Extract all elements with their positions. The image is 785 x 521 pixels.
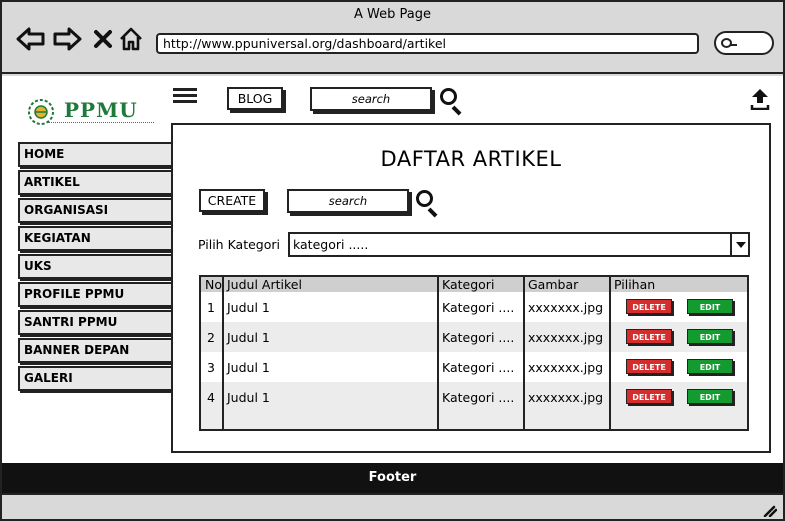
sidebar-item-profile-ppmu[interactable]: PROFILE PPMU <box>18 282 171 307</box>
category-select-value: kategori ..... <box>293 237 369 252</box>
row-kategori: Kategori .... <box>442 299 515 315</box>
column-divider <box>609 277 611 429</box>
edit-button[interactable]: EDIT <box>687 329 733 344</box>
table-row: 4 Judul 1 Kategori .... xxxxxxx.jpg DELE… <box>201 382 747 412</box>
header-no: No <box>205 277 222 292</box>
row-judul: Judul 1 <box>227 329 270 345</box>
sidebar-nav: HOME ARTIKEL ORGANISASI KEGIATAN UKS PRO… <box>18 142 171 394</box>
browser-window: A Web Page http://www.ppuniversal.org/da… <box>0 0 785 521</box>
column-divider <box>437 277 439 429</box>
window-title: A Web Page <box>354 7 431 22</box>
top-search-icon[interactable] <box>440 88 464 116</box>
row-judul: Judul 1 <box>227 359 270 375</box>
table-row: 1 Judul 1 Kategori .... xxxxxxx.jpg DELE… <box>201 292 747 322</box>
row-gambar: xxxxxxx.jpg <box>528 329 604 345</box>
sidebar-item-home[interactable]: HOME <box>18 142 171 167</box>
upload-icon[interactable] <box>750 88 770 111</box>
blog-button[interactable]: BLOG <box>227 87 283 110</box>
article-search-icon[interactable] <box>416 190 440 218</box>
column-divider <box>222 277 224 429</box>
row-gambar: xxxxxxx.jpg <box>528 359 604 375</box>
row-no: 1 <box>207 299 215 315</box>
search-icon <box>721 38 732 48</box>
header-judul: Judul Artikel <box>227 277 302 292</box>
back-arrow-icon[interactable] <box>16 24 46 54</box>
delete-button[interactable]: DELETE <box>626 299 672 314</box>
row-kategori: Kategori .... <box>442 359 515 375</box>
logo-tagline <box>48 122 154 125</box>
category-label: Pilih Kategori <box>198 237 281 252</box>
sidebar-item-santri-ppmu[interactable]: SANTRI PPMU <box>18 310 171 335</box>
edit-button[interactable]: EDIT <box>687 389 733 404</box>
sidebar-item-uks[interactable]: UKS <box>18 254 171 279</box>
page-title: DAFTAR ARTIKEL <box>380 147 562 171</box>
row-kategori: Kategori .... <box>442 389 515 405</box>
forward-arrow-icon[interactable] <box>52 24 82 54</box>
header-gambar: Gambar <box>528 277 579 292</box>
chevron-down-icon[interactable] <box>730 234 748 255</box>
url-bar[interactable]: http://www.ppuniversal.org/dashboard/art… <box>156 33 699 54</box>
sidebar-item-organisasi[interactable]: ORGANISASI <box>18 198 171 223</box>
row-no: 2 <box>207 329 215 345</box>
edit-button[interactable]: EDIT <box>687 359 733 374</box>
delete-button[interactable]: DELETE <box>626 389 672 404</box>
row-gambar: xxxxxxx.jpg <box>528 389 604 405</box>
row-judul: Judul 1 <box>227 389 270 405</box>
browser-statusbar <box>2 493 783 519</box>
create-button[interactable]: CREATE <box>199 189 265 212</box>
row-no: 3 <box>207 359 215 375</box>
sidebar-item-kegiatan[interactable]: KEGIATAN <box>18 226 171 251</box>
browser-search-button[interactable] <box>714 31 774 55</box>
article-table: No Judul Artikel Kategori Gambar Pilihan… <box>199 275 749 431</box>
category-select[interactable]: kategori ..... <box>288 232 750 257</box>
logo-text: PPMU <box>64 98 138 122</box>
delete-button[interactable]: DELETE <box>626 329 672 344</box>
browser-titlebar: A Web Page http://www.ppuniversal.org/da… <box>2 2 783 74</box>
header-pilihan: Pilihan <box>614 277 656 292</box>
page-footer: Footer <box>2 463 783 493</box>
header-kategori: Kategori <box>442 277 495 292</box>
table-row: 3 Judul 1 Kategori .... xxxxxxx.jpg DELE… <box>201 352 747 382</box>
column-divider <box>523 277 525 429</box>
table-header: No Judul Artikel Kategori Gambar Pilihan <box>201 277 747 292</box>
table-row: 2 Judul 1 Kategori .... xxxxxxx.jpg DELE… <box>201 322 747 352</box>
top-search-input[interactable]: search <box>310 87 432 111</box>
sidebar-item-banner-depan[interactable]: BANNER DEPAN <box>18 338 171 363</box>
row-judul: Judul 1 <box>227 299 270 315</box>
row-gambar: xxxxxxx.jpg <box>528 299 604 315</box>
content-panel: DAFTAR ARTIKEL CREATE search Pilih Kateg… <box>171 123 771 453</box>
page-body: PPMU BLOG search HOME ARTIKEL ORGANISASI… <box>2 76 783 463</box>
ppmu-logo[interactable]: PPMU <box>22 98 154 128</box>
sidebar-item-galeri[interactable]: GALERI <box>18 366 171 391</box>
row-no: 4 <box>207 389 215 405</box>
hamburger-menu-icon[interactable] <box>173 88 197 108</box>
resize-grip-icon[interactable] <box>761 502 778 518</box>
row-kategori: Kategori .... <box>442 329 515 345</box>
delete-button[interactable]: DELETE <box>626 359 672 374</box>
edit-button[interactable]: EDIT <box>687 299 733 314</box>
home-icon[interactable] <box>116 24 146 54</box>
article-search-input[interactable]: search <box>287 189 409 213</box>
close-x-icon[interactable] <box>88 24 118 54</box>
sidebar-item-artikel[interactable]: ARTIKEL <box>18 170 171 195</box>
